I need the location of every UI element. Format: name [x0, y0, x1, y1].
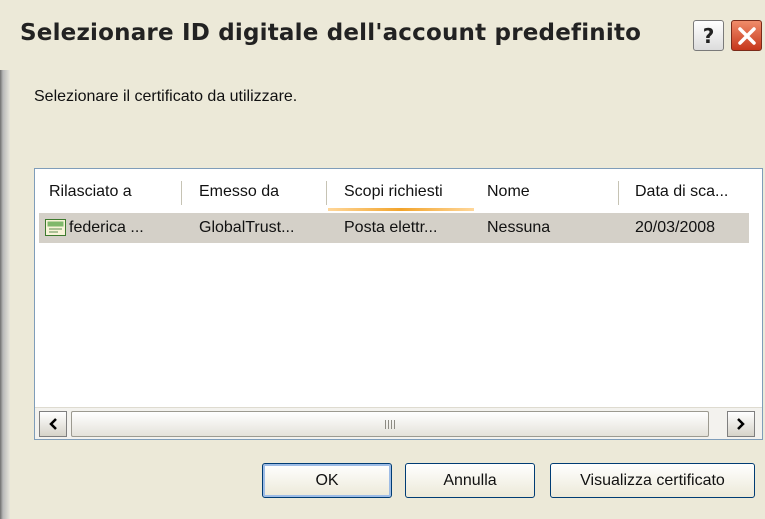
title-bar[interactable]: Selezionare ID digitale dell'account pre… [0, 0, 765, 70]
certificate-list[interactable]: Rilasciato a Emesso da Scopi richiesti N… [34, 168, 763, 440]
column-separator[interactable] [618, 181, 619, 205]
cell-issued-by: GlobalTrust... [199, 219, 295, 236]
column-separator[interactable] [326, 181, 327, 205]
list-header: Rilasciato a Emesso da Scopi richiesti N… [35, 169, 762, 211]
column-header-issued-to[interactable]: Rilasciato a [49, 169, 132, 207]
column-hot-indicator [328, 208, 474, 211]
column-header-name[interactable]: Nome [487, 169, 530, 207]
table-row[interactable]: federica ... GlobalTrust... Posta elettr… [39, 213, 749, 243]
view-certificate-button[interactable]: Visualizza certificato [550, 463, 755, 498]
column-header-intended-purposes[interactable]: Scopi richiesti [344, 169, 443, 207]
column-separator[interactable] [181, 181, 182, 205]
arrow-right-icon [737, 418, 745, 430]
scroll-right-button[interactable] [727, 411, 755, 437]
column-header-expiration-date[interactable]: Data di sca... [635, 169, 728, 207]
dialog-window: Selezionare ID digitale dell'account pre… [0, 0, 765, 519]
arrow-left-icon [49, 418, 57, 430]
instruction-text: Selezionare il certificato da utilizzare… [34, 88, 298, 105]
scroll-left-button[interactable] [39, 411, 67, 437]
cell-name: Nessuna [487, 219, 551, 236]
ok-button[interactable]: OK [262, 463, 392, 498]
window-title: Selezionare ID digitale dell'account pre… [20, 20, 642, 46]
cancel-button[interactable]: Annulla [405, 463, 535, 498]
column-header-issued-by[interactable]: Emesso da [199, 169, 279, 207]
help-button[interactable]: ? [693, 20, 724, 51]
cell-intended-purposes: Posta elettr... [344, 219, 438, 236]
grip-icon [385, 419, 395, 429]
scrollbar-thumb[interactable] [71, 411, 709, 437]
close-button[interactable] [731, 20, 762, 51]
certificate-icon [45, 219, 66, 236]
close-icon [738, 27, 756, 45]
cell-issued-to: federica ... [69, 219, 144, 236]
window-left-border [0, 0, 10, 519]
cell-expiration-date: 20/03/2008 [635, 219, 716, 236]
horizontal-scrollbar[interactable] [35, 407, 762, 439]
